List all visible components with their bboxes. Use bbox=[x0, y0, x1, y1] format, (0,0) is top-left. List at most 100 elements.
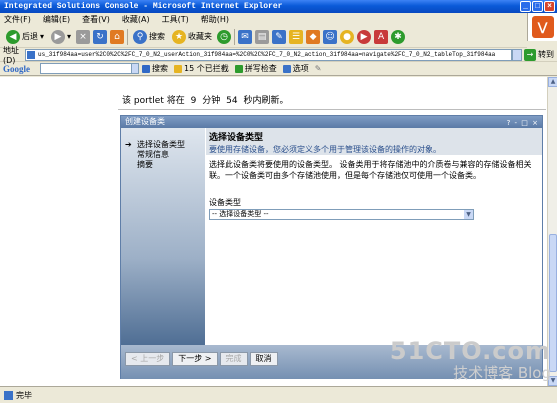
device-type-select[interactable]: -- 选择设备类型 -- ▼ bbox=[209, 209, 474, 220]
step-label: 摘要 bbox=[137, 160, 153, 169]
window-titlebar: Integrated Solutions Console - Microsoft… bbox=[0, 0, 557, 13]
finish-button[interactable]: 完成 bbox=[219, 352, 248, 366]
go-arrow-icon: → bbox=[524, 48, 536, 61]
menu-file[interactable]: 文件(F) bbox=[4, 14, 31, 25]
chevron-down-icon: ▼ bbox=[464, 210, 473, 219]
history-icon[interactable]: ◷ bbox=[217, 29, 232, 44]
refresh-seconds: 54 bbox=[226, 96, 238, 106]
previous-button[interactable]: < 上一步 bbox=[125, 352, 171, 366]
chevron-down-icon: ▾ bbox=[67, 32, 72, 41]
menu-tools[interactable]: 工具(T) bbox=[162, 14, 189, 25]
windows-logo-icon: ⋁ bbox=[531, 16, 554, 38]
back-arrow-icon: ◀ bbox=[6, 29, 20, 44]
google-search-icon bbox=[142, 64, 150, 73]
browser-logo: ⋁ bbox=[527, 13, 557, 41]
refresh-icon[interactable]: ↻ bbox=[93, 29, 108, 44]
popup-blocked-label: 15 个已拦截 bbox=[184, 64, 229, 73]
device-type-selected-value: -- 选择设备类型 -- bbox=[212, 210, 269, 218]
stop-icon[interactable]: × bbox=[76, 29, 91, 44]
forward-button[interactable]: ▶ ▾ bbox=[49, 28, 73, 46]
window-controls: _ □ × bbox=[520, 1, 555, 12]
scroll-up-button[interactable]: ▲ bbox=[548, 77, 557, 87]
star-icon: ★ bbox=[172, 29, 187, 44]
google-search-dropdown[interactable] bbox=[131, 63, 139, 74]
google-toolbar: Google 搜索 15 个已拦截 拼写检查 选项 ✎ bbox=[0, 62, 557, 76]
minimize-button[interactable]: _ bbox=[520, 1, 531, 12]
favorites-button[interactable]: ★ 收藏夹 bbox=[170, 28, 214, 46]
step-header: 选择设备类型 要使用存储设备，您必须定义多个用于管理该设备的操作的对象。 bbox=[206, 128, 542, 155]
favorites-label: 收藏夹 bbox=[188, 32, 213, 41]
back-button[interactable]: ◀ 后退 ▾ bbox=[4, 28, 46, 46]
refresh-prefix: 该 portlet 将在 bbox=[122, 96, 185, 106]
spellcheck-label: 拼写检查 bbox=[244, 64, 277, 73]
address-bar: 地址(D) us_31f984aa=user%2C0%2C%2FC_7_0_N2… bbox=[0, 46, 557, 65]
cancel-button[interactable]: 取消 bbox=[249, 352, 278, 366]
pdf-icon[interactable]: A bbox=[374, 29, 389, 44]
edit-icon[interactable]: ✎ bbox=[272, 29, 287, 44]
pencil-icon[interactable]: ✎ bbox=[315, 64, 322, 73]
back-label: 后退 bbox=[22, 32, 38, 41]
close-button[interactable]: × bbox=[544, 1, 555, 12]
search-icon: ⚲ bbox=[133, 29, 148, 44]
spellcheck-icon bbox=[234, 64, 243, 73]
refresh-minutes-unit: 分钟 bbox=[202, 96, 221, 106]
portlet-header: 创建设备类 ? - □ × bbox=[121, 116, 542, 128]
step-subtitle: 要使用存储设备，您必须定义多个用于管理该设备的操作的对象。 bbox=[209, 145, 441, 154]
watermark-sub: 技术博客 Blog bbox=[453, 364, 551, 382]
page-icon bbox=[27, 50, 35, 59]
search-label: 搜索 bbox=[149, 32, 166, 41]
page-done-icon bbox=[4, 390, 13, 400]
google-logo[interactable]: Google bbox=[3, 64, 37, 74]
menu-edit[interactable]: 编辑(E) bbox=[43, 14, 70, 25]
google-search-input[interactable] bbox=[40, 63, 132, 74]
popup-blocker-button[interactable]: 15 个已拦截 bbox=[174, 63, 229, 74]
toolbar-divider bbox=[127, 28, 129, 45]
address-input[interactable]: us_31f984aa=user%2C0%2C%2FC_7_0_N2_userA… bbox=[25, 48, 512, 61]
menu-help[interactable]: 帮助(H) bbox=[201, 14, 229, 25]
status-text: 完毕 bbox=[16, 390, 32, 400]
watermark-main: 51CTO.com bbox=[389, 337, 551, 365]
go-button[interactable]: → 转到 bbox=[524, 48, 554, 61]
media-icon[interactable]: ▶ bbox=[357, 29, 372, 44]
google-options-label: 选项 bbox=[292, 64, 309, 73]
menu-favorites[interactable]: 收藏(A) bbox=[122, 14, 150, 25]
maximize-button[interactable]: □ bbox=[532, 1, 543, 12]
wizard-step-summary[interactable]: 摘要 bbox=[121, 160, 205, 170]
content-divider bbox=[118, 109, 546, 110]
address-url: us_31f984aa=user%2C0%2C%2FC_7_0_N2_userA… bbox=[38, 50, 496, 58]
print-icon[interactable]: ▤ bbox=[255, 29, 270, 44]
window-title: Integrated Solutions Console - Microsoft… bbox=[4, 2, 283, 11]
search-button[interactable]: ⚲ 搜索 bbox=[131, 28, 167, 46]
discuss-icon[interactable]: ☰ bbox=[289, 29, 304, 44]
popup-blocker-icon bbox=[174, 64, 182, 73]
menu-bar: 文件(F) 编辑(E) 查看(V) 收藏(A) 工具(T) 帮助(H) bbox=[0, 13, 557, 26]
device-type-label: 设备类型 bbox=[209, 198, 241, 207]
current-step-arrow-icon: ➔ bbox=[125, 140, 132, 149]
step-label: 选择设备类型 bbox=[137, 140, 185, 149]
menu-view[interactable]: 查看(V) bbox=[82, 14, 110, 25]
spellcheck-button[interactable]: 拼写检查 bbox=[234, 63, 277, 74]
messenger-icon[interactable]: ☺ bbox=[323, 29, 338, 44]
home-icon[interactable]: ⌂ bbox=[110, 29, 125, 44]
wizard-main: 选择设备类型 要使用存储设备，您必须定义多个用于管理该设备的操作的对象。 选择此… bbox=[206, 128, 542, 345]
address-dropdown-button[interactable] bbox=[512, 48, 522, 61]
browser-toolbar: ◀ 后退 ▾ ▶ ▾ × ↻ ⌂ ⚲ 搜索 ★ 收藏夹 ◷ ✉ ▤ ✎ ☰ ◆ … bbox=[0, 26, 527, 48]
refresh-suffix: 秒内刷新。 bbox=[243, 96, 289, 106]
google-options-button[interactable]: 选项 bbox=[282, 63, 309, 74]
qq-icon[interactable]: ● bbox=[340, 29, 355, 44]
portlet-title: 创建设备类 bbox=[125, 117, 165, 126]
wizard-step-select-type[interactable]: ➔ 选择设备类型 bbox=[121, 140, 205, 150]
next-button[interactable]: 下一步 > bbox=[172, 352, 218, 366]
tool-icon[interactable]: ✱ bbox=[391, 29, 406, 44]
wizard-step-general[interactable]: 常规信息 bbox=[121, 150, 205, 160]
chevron-down-icon: ▾ bbox=[40, 32, 45, 41]
google-search-button[interactable]: 搜索 bbox=[142, 63, 168, 74]
go-label: 转到 bbox=[538, 50, 554, 59]
mail-icon[interactable]: ✉ bbox=[238, 29, 253, 44]
refresh-minutes: 9 bbox=[190, 96, 197, 106]
research-icon[interactable]: ◆ bbox=[306, 29, 321, 44]
step-label: 常规信息 bbox=[137, 150, 169, 159]
step-description: 选择此设备类将要使用的设备类型。 设备类用于将存储池中的介质卷与兼容的存储设备相… bbox=[209, 160, 532, 180]
refresh-notice: 该 portlet 将在 9 分钟 54 秒内刷新。 bbox=[122, 93, 288, 106]
forward-arrow-icon: ▶ bbox=[51, 29, 66, 44]
